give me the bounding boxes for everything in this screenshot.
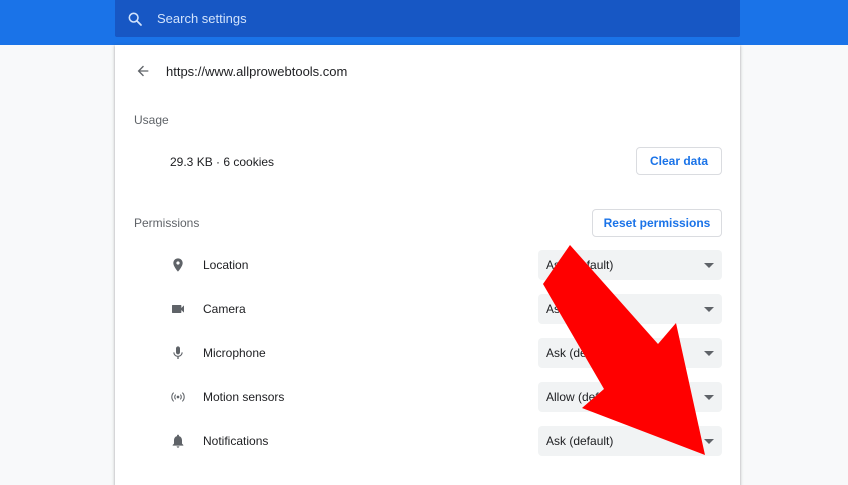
search-icon (126, 10, 144, 28)
location-select[interactable]: Ask (default) (538, 250, 722, 280)
permission-label: Location (203, 258, 249, 272)
chevron-down-icon (704, 395, 714, 400)
select-value: Ask (default) (546, 258, 614, 272)
microphone-icon (168, 343, 188, 363)
permission-label: Microphone (203, 346, 266, 360)
site-settings-card: https://www.allprowebtools.com Usage 29.… (115, 45, 740, 485)
site-url: https://www.allprowebtools.com (166, 63, 348, 79)
motion-sensors-icon (168, 387, 188, 407)
permission-row-notifications: Notifications Ask (default) (115, 426, 740, 456)
select-value: Ask (default) (546, 434, 614, 448)
chevron-down-icon (704, 263, 714, 268)
motion-sensors-select[interactable]: Allow (default) (538, 382, 722, 412)
usage-summary: 29.3 KB · 6 cookies (170, 155, 275, 169)
camera-icon (168, 299, 188, 319)
permission-row-motion-sensors: Motion sensors Allow (default) (115, 382, 740, 412)
usage-heading: Usage (134, 113, 169, 127)
reset-permissions-button[interactable]: Reset permissions (592, 209, 722, 237)
notifications-select[interactable]: Ask (default) (538, 426, 722, 456)
camera-select[interactable]: Ask (default) (538, 294, 722, 324)
select-value: Allow (default) (546, 390, 623, 404)
arrow-back-icon[interactable] (132, 60, 154, 82)
select-value: Ask (default) (546, 302, 614, 316)
clear-data-button[interactable]: Clear data (636, 147, 722, 175)
bell-icon (168, 431, 188, 451)
chevron-down-icon (704, 439, 714, 444)
microphone-select[interactable]: Ask (default) (538, 338, 722, 368)
permissions-heading: Permissions (134, 216, 200, 230)
location-pin-icon (168, 255, 188, 275)
permission-label: Motion sensors (203, 390, 285, 404)
chevron-down-icon (704, 307, 714, 312)
permission-row-location: Location Ask (default) (115, 250, 740, 280)
chevron-down-icon (704, 351, 714, 356)
site-header: https://www.allprowebtools.com (115, 55, 347, 87)
permission-row-microphone: Microphone Ask (default) (115, 338, 740, 368)
search-box[interactable]: Search settings (115, 0, 740, 37)
top-bar: Search settings (0, 0, 848, 45)
search-input[interactable]: Search settings (157, 11, 247, 26)
permission-row-camera: Camera Ask (default) (115, 294, 740, 324)
permission-label: Notifications (203, 434, 269, 448)
select-value: Ask (default) (546, 346, 614, 360)
permission-label: Camera (203, 302, 246, 316)
